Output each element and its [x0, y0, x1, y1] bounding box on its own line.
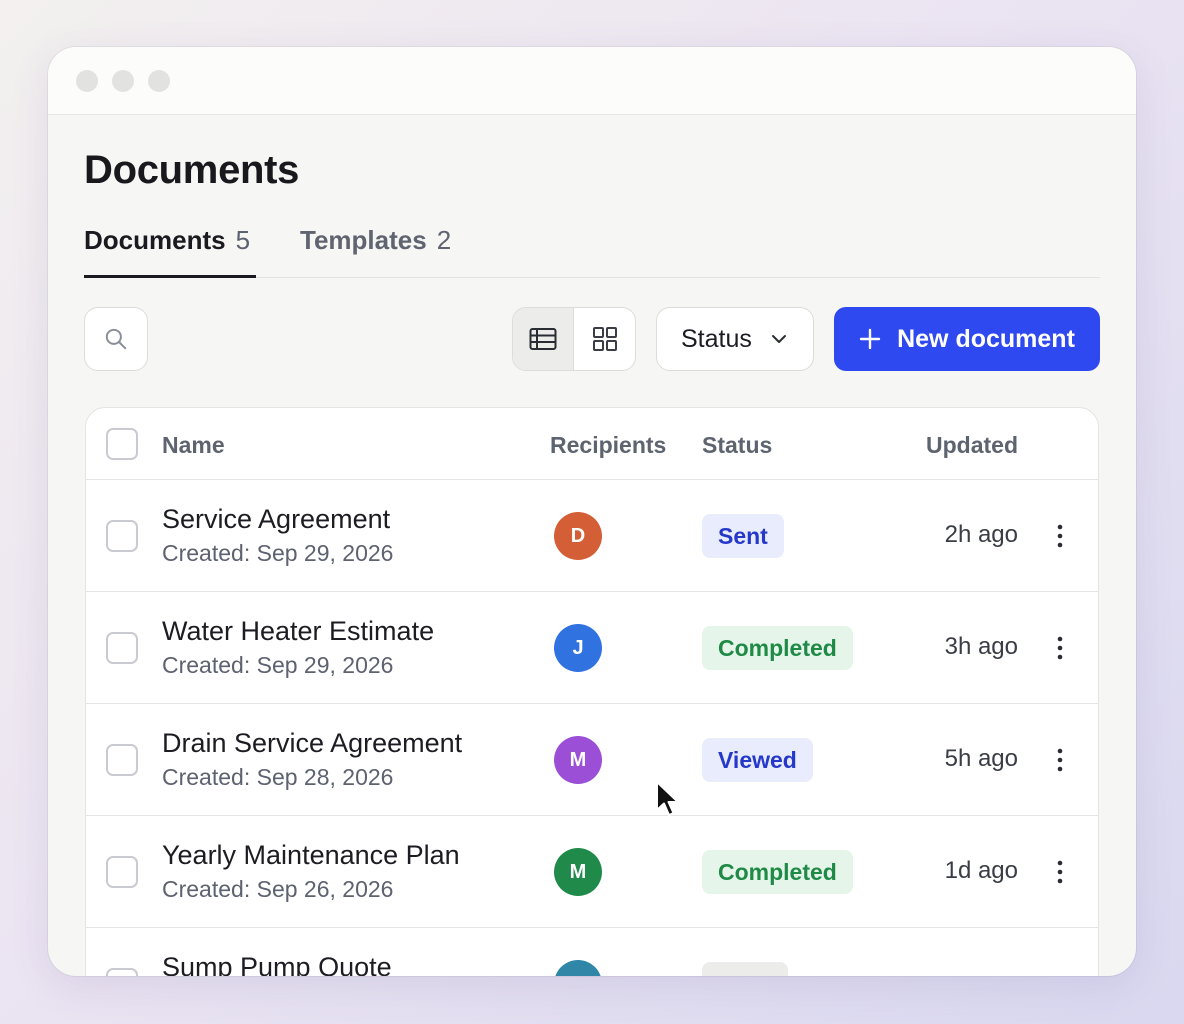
window-titlebar [48, 47, 1136, 115]
table-row[interactable]: Yearly Maintenance Plan Created: Sep 26,… [86, 816, 1098, 928]
more-vertical-icon [1057, 748, 1063, 772]
status-badge: Completed [702, 626, 853, 670]
table-row[interactable]: Sump Pump Quote [86, 928, 1098, 976]
window-close-dot[interactable] [76, 69, 98, 92]
new-document-label: New document [897, 324, 1075, 353]
window-minimize-dot[interactable] [112, 69, 134, 92]
column-header-name[interactable]: Name [162, 432, 225, 459]
grid-view-button[interactable] [574, 308, 635, 370]
document-created-date: Created: Sep 28, 2026 [162, 764, 394, 790]
table-row[interactable]: Drain Service Agreement Created: Sep 28,… [86, 704, 1098, 816]
row-checkbox[interactable] [106, 632, 138, 664]
row-checkbox[interactable] [106, 744, 138, 776]
table-row[interactable]: Water Heater Estimate Created: Sep 29, 2… [86, 592, 1098, 704]
plus-icon [859, 328, 881, 350]
tab-documents-count: 5 [235, 225, 251, 255]
status-badge: Completed [702, 850, 853, 894]
search-icon [105, 328, 127, 350]
document-created-date: Created: Sep 26, 2026 [162, 876, 394, 902]
updated-time: 5h ago [944, 745, 1018, 772]
row-checkbox[interactable] [106, 520, 138, 552]
column-header-status[interactable]: Status [702, 432, 772, 459]
tab-templates-count: 2 [436, 225, 452, 255]
search-button[interactable] [84, 307, 148, 371]
view-toggle [512, 307, 636, 371]
table-row[interactable]: Service Agreement Created: Sep 29, 2026 … [86, 480, 1098, 592]
recipient-avatar[interactable]: J [554, 624, 602, 672]
window-maximize-dot[interactable] [148, 69, 170, 92]
row-checkbox[interactable] [106, 856, 138, 888]
row-actions-button[interactable] [1044, 630, 1076, 666]
updated-time: 1d ago [944, 857, 1018, 884]
tab-templates[interactable]: Templates 2 [300, 219, 451, 278]
updated-time: 2h ago [944, 521, 1018, 548]
tab-templates-label: Templates [300, 225, 427, 255]
column-header-updated[interactable]: Updated [926, 432, 1018, 459]
documents-table: Name Recipients Status Updated Service A… [85, 407, 1099, 976]
status-filter-dropdown[interactable]: Status [656, 307, 814, 371]
avatar-initial: M [569, 860, 587, 883]
row-actions-button[interactable] [1044, 742, 1076, 778]
column-header-recipients[interactable]: Recipients [550, 432, 666, 459]
tab-documents-label: Documents [84, 225, 226, 255]
tab-bar: Documents 5 Templates 2 [84, 219, 1100, 278]
toolbar: Status New document [84, 307, 1100, 371]
avatar-initial: J [572, 636, 584, 659]
main-content: Documents Documents 5 Templates 2 Status… [84, 115, 1100, 976]
row-checkbox[interactable] [106, 968, 138, 976]
document-name[interactable]: Yearly Maintenance Plan [162, 840, 460, 871]
document-created-date: Created: Sep 29, 2026 [162, 652, 394, 678]
grid-view-icon [592, 327, 617, 351]
recipient-avatar[interactable]: D [554, 512, 602, 560]
page-title: Documents [84, 148, 300, 192]
updated-time: 3h ago [944, 633, 1018, 660]
document-created-date: Created: Sep 29, 2026 [162, 540, 394, 566]
recipient-avatar[interactable]: M [554, 848, 602, 896]
status-badge [702, 962, 788, 976]
document-name[interactable]: Water Heater Estimate [162, 616, 434, 647]
list-view-icon [529, 328, 557, 350]
status-badge: Viewed [702, 738, 813, 782]
document-name[interactable]: Sump Pump Quote [162, 952, 392, 976]
recipient-avatar[interactable]: M [554, 736, 602, 784]
mouse-cursor-icon [656, 781, 679, 816]
document-name[interactable]: Drain Service Agreement [162, 728, 462, 759]
row-actions-button[interactable] [1044, 854, 1076, 890]
status-filter-label: Status [681, 324, 752, 353]
avatar-initial: D [570, 524, 586, 547]
tab-documents[interactable]: Documents 5 [84, 219, 256, 278]
chevron-down-icon [771, 335, 786, 343]
more-vertical-icon [1057, 636, 1063, 660]
new-document-button[interactable]: New document [834, 307, 1100, 371]
more-vertical-icon [1057, 524, 1063, 548]
status-badge: Sent [702, 514, 784, 558]
app-window: Documents Documents 5 Templates 2 Status… [48, 47, 1136, 976]
avatar-initial: M [569, 748, 587, 771]
document-name[interactable]: Service Agreement [162, 504, 390, 535]
more-vertical-icon [1057, 860, 1063, 884]
row-actions-button[interactable] [1044, 518, 1076, 554]
table-header: Name Recipients Status Updated [86, 408, 1098, 480]
select-all-checkbox[interactable] [106, 428, 138, 460]
recipient-avatar[interactable] [554, 960, 602, 976]
list-view-button[interactable] [513, 308, 574, 370]
